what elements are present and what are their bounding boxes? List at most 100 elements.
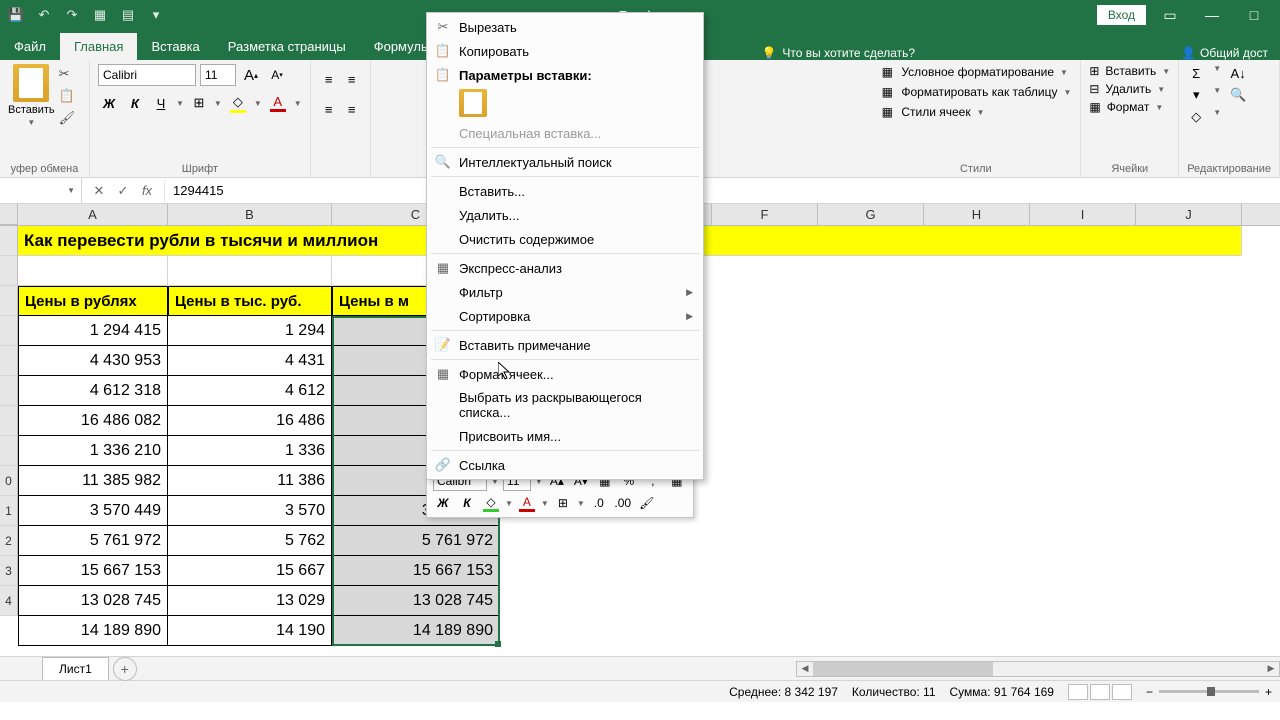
cell[interactable]: 14 190 bbox=[168, 616, 332, 646]
col-header[interactable]: J bbox=[1136, 204, 1242, 225]
ctx-cut[interactable]: ✂Вырезать bbox=[427, 15, 703, 39]
cell[interactable]: 14 189 890 bbox=[18, 616, 168, 646]
row-header[interactable] bbox=[0, 256, 18, 286]
formula-input[interactable]: 1294415 bbox=[173, 183, 224, 198]
zoom-out-icon[interactable]: − bbox=[1146, 685, 1153, 699]
mini-font-color-icon[interactable]: A bbox=[517, 493, 537, 513]
cell[interactable] bbox=[168, 256, 332, 286]
ctx-copy[interactable]: 📋Копировать bbox=[427, 39, 703, 63]
save-icon[interactable]: 💾 bbox=[8, 7, 24, 23]
zoom-in-icon[interactable]: + bbox=[1265, 685, 1272, 699]
align-mid-icon[interactable]: ≡ bbox=[342, 68, 362, 90]
ribbon-display-icon[interactable]: ▭ bbox=[1152, 3, 1188, 27]
find-icon[interactable]: 🔍 bbox=[1229, 86, 1247, 104]
login-button[interactable]: Вход bbox=[1097, 5, 1146, 25]
cell[interactable]: 5 762 bbox=[168, 526, 332, 556]
select-all-corner[interactable] bbox=[0, 204, 18, 225]
row-header[interactable] bbox=[0, 406, 18, 436]
row-header[interactable]: 2 bbox=[0, 526, 18, 556]
view-break-icon[interactable] bbox=[1112, 684, 1132, 700]
ctx-format-cells[interactable]: ▦Формат ячеек... bbox=[427, 362, 703, 386]
redo-icon[interactable]: ↷ bbox=[64, 7, 80, 23]
cell[interactable]: Цены в тыс. руб. bbox=[168, 286, 332, 316]
cell[interactable]: 13 028 745 bbox=[18, 586, 168, 616]
autosum-icon[interactable]: Σ bbox=[1187, 64, 1205, 82]
ctx-smart-lookup[interactable]: 🔍Интеллектуальный поиск bbox=[427, 150, 703, 174]
ctx-comment[interactable]: 📝Вставить примечание bbox=[427, 333, 703, 357]
sheet-tab[interactable]: Лист1 bbox=[42, 657, 109, 680]
row-header[interactable]: 0 bbox=[0, 466, 18, 496]
insert-cells-button[interactable]: ⊞Вставить▼ bbox=[1089, 64, 1170, 78]
format-painter-icon[interactable]: 🖌 bbox=[59, 110, 75, 126]
zoom-control[interactable]: − + bbox=[1146, 685, 1272, 699]
tellme-input[interactable]: Что вы хотите сделать? bbox=[782, 46, 915, 60]
scroll-right-icon[interactable]: ▶ bbox=[1263, 663, 1279, 674]
tab-file[interactable]: Файл bbox=[0, 33, 60, 60]
qa1-icon[interactable]: ▦ bbox=[92, 7, 108, 23]
enter-icon[interactable]: ✓ bbox=[112, 180, 134, 202]
cell[interactable] bbox=[18, 256, 168, 286]
cell[interactable]: 4 430 953 bbox=[18, 346, 168, 376]
sort-filter-icon[interactable]: A↓ bbox=[1229, 64, 1247, 82]
align-left-icon[interactable]: ≡ bbox=[319, 98, 339, 120]
cell[interactable]: 1 336 210 bbox=[18, 436, 168, 466]
col-header[interactable]: H bbox=[924, 204, 1030, 225]
cell[interactable]: 13 029 bbox=[168, 586, 332, 616]
format-cells-button[interactable]: ▦Формат▼ bbox=[1089, 100, 1170, 114]
view-page-icon[interactable] bbox=[1090, 684, 1110, 700]
qa3-icon[interactable]: ▾ bbox=[148, 7, 164, 23]
align-top-icon[interactable]: ≡ bbox=[319, 68, 339, 90]
paste-button[interactable]: Вставить bbox=[8, 104, 55, 116]
ctx-delete[interactable]: Удалить... bbox=[427, 203, 703, 227]
format-as-table-button[interactable]: ▦Форматировать как таблицу▼ bbox=[879, 84, 1071, 100]
delete-cells-button[interactable]: ⊟Удалить▼ bbox=[1089, 82, 1170, 96]
cell-styles-button[interactable]: ▦Стили ячеек▼ bbox=[879, 104, 1071, 120]
tab-home[interactable]: Главная bbox=[60, 33, 137, 60]
fill-icon[interactable]: ▾ bbox=[1187, 86, 1205, 104]
row-header[interactable]: 1 bbox=[0, 496, 18, 526]
cell[interactable]: 1 294 415 bbox=[18, 316, 168, 346]
col-header[interactable]: G bbox=[818, 204, 924, 225]
decrease-font-icon[interactable]: A▾ bbox=[266, 64, 288, 86]
cell[interactable]: 13 028 745 bbox=[332, 586, 500, 616]
mini-fill-icon[interactable]: ◇ bbox=[481, 493, 501, 513]
tab-page-layout[interactable]: Разметка страницы bbox=[214, 33, 360, 60]
font-size-input[interactable] bbox=[200, 64, 236, 86]
undo-icon[interactable]: ↶ bbox=[36, 7, 52, 23]
mini-bold-button[interactable]: Ж bbox=[433, 493, 453, 513]
row-header[interactable] bbox=[0, 286, 18, 316]
underline-button[interactable]: Ч bbox=[150, 92, 172, 114]
copy-icon[interactable]: 📋 bbox=[59, 88, 75, 104]
row-header[interactable]: 4 bbox=[0, 586, 18, 616]
ctx-sort[interactable]: Сортировка▶ bbox=[427, 304, 703, 328]
ctx-dropdown-pick[interactable]: Выбрать из раскрывающегося списка... bbox=[427, 386, 703, 424]
borders-icon[interactable]: ⊞ bbox=[188, 92, 210, 114]
qa2-icon[interactable]: ▤ bbox=[120, 7, 136, 23]
cell[interactable]: 4 431 bbox=[168, 346, 332, 376]
ctx-link[interactable]: 🔗Ссылка bbox=[427, 453, 703, 477]
fx-icon[interactable]: fx bbox=[136, 180, 158, 202]
cut-icon[interactable]: ✂ bbox=[59, 66, 75, 82]
italic-button[interactable]: К bbox=[124, 92, 146, 114]
cell[interactable]: Цены в рублях bbox=[18, 286, 168, 316]
cell[interactable]: 1 294 bbox=[168, 316, 332, 346]
share-button[interactable]: Общий дост bbox=[1200, 46, 1268, 60]
maximize-icon[interactable]: □ bbox=[1236, 3, 1272, 27]
mini-borders-icon[interactable]: ⊞ bbox=[553, 493, 573, 513]
cell[interactable]: 4 612 318 bbox=[18, 376, 168, 406]
ctx-clear[interactable]: Очистить содержимое bbox=[427, 227, 703, 251]
name-box[interactable]: ▼ bbox=[0, 178, 82, 203]
mini-painter-icon[interactable]: 🖌 bbox=[637, 493, 657, 513]
font-name-input[interactable] bbox=[98, 64, 196, 86]
ctx-define-name[interactable]: Присвоить имя... bbox=[427, 424, 703, 448]
cell[interactable]: 3 570 449 bbox=[18, 496, 168, 526]
tab-insert[interactable]: Вставка bbox=[137, 33, 213, 60]
col-header[interactable]: I bbox=[1030, 204, 1136, 225]
font-color-icon[interactable]: A bbox=[266, 94, 290, 112]
cell[interactable]: 15 667 153 bbox=[332, 556, 500, 586]
mini-italic-button[interactable]: К bbox=[457, 493, 477, 513]
row-header[interactable] bbox=[0, 376, 18, 406]
row-header[interactable] bbox=[0, 226, 18, 256]
fill-color-icon[interactable]: ◇ bbox=[226, 94, 250, 113]
clear-icon[interactable]: ◇ bbox=[1187, 108, 1205, 126]
